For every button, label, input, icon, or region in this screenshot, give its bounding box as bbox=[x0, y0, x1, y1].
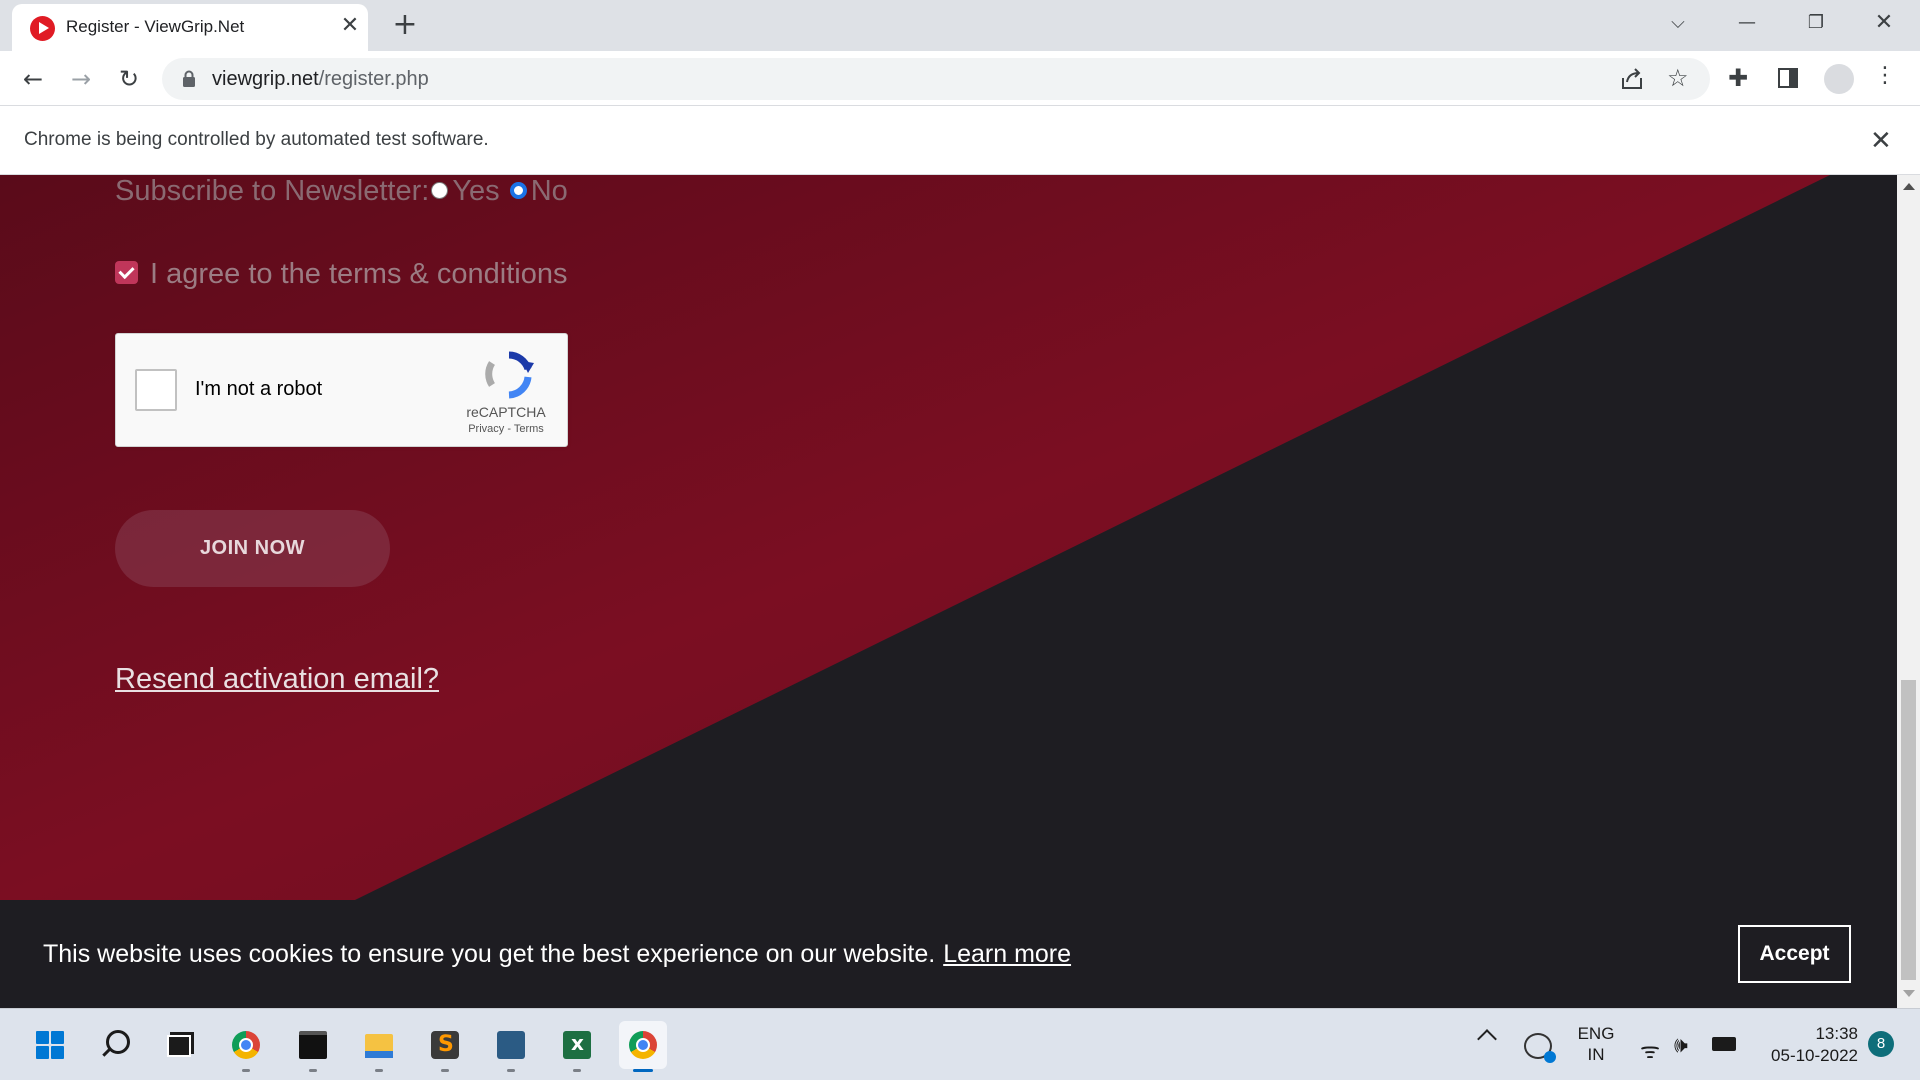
newsletter-yes-label: Yes bbox=[452, 175, 500, 207]
extensions-puzzle-icon[interactable]: ✚ bbox=[1728, 64, 1748, 92]
recaptcha-label: I'm not a robot bbox=[195, 378, 323, 400]
scroll-thumb[interactable] bbox=[1901, 680, 1916, 980]
terms-label: I agree to the terms & conditions bbox=[150, 258, 568, 290]
newsletter-row: Subscribe to Newsletter: Yes No bbox=[115, 175, 568, 208]
share-icon[interactable] bbox=[1619, 66, 1645, 92]
tab-search-chevron-icon[interactable]: ⌵ bbox=[1658, 8, 1698, 38]
chrome-icon bbox=[629, 1031, 657, 1059]
background-diagonal bbox=[0, 175, 1830, 900]
windows-logo-icon bbox=[36, 1031, 64, 1059]
taskbar-search-button[interactable] bbox=[92, 1021, 140, 1069]
excel-icon bbox=[563, 1031, 591, 1059]
forward-button[interactable]: → bbox=[63, 61, 99, 97]
cookie-message: This website uses cookies to ensure you … bbox=[43, 940, 1071, 969]
language-indicator[interactable]: ENG IN bbox=[1566, 1023, 1626, 1065]
taskbar-sublime-button[interactable] bbox=[421, 1021, 469, 1072]
automation-infobar: Chrome is being controlled by automated … bbox=[0, 106, 1920, 175]
recaptcha-logo-icon bbox=[485, 351, 534, 399]
battery-icon[interactable] bbox=[1712, 1037, 1736, 1051]
taskbar-file-explorer-button[interactable] bbox=[355, 1021, 403, 1072]
clock-time: 13:38 bbox=[1815, 1024, 1858, 1043]
tab-close-icon[interactable]: ✕ bbox=[337, 13, 363, 39]
url-host: viewgrip.net bbox=[212, 68, 319, 90]
recaptcha-checkbox[interactable] bbox=[135, 369, 177, 411]
infobar-message: Chrome is being controlled by automated … bbox=[24, 129, 489, 150]
windows-taskbar: ENG IN ᯤ 🕪 13:38 05-10-2022 8 bbox=[0, 1008, 1920, 1080]
chrome-icon bbox=[232, 1031, 260, 1059]
terminal-icon bbox=[299, 1031, 327, 1059]
newsletter-no-label: No bbox=[530, 175, 568, 207]
terms-row: I agree to the terms & conditions bbox=[115, 258, 568, 291]
join-now-button[interactable]: JOIN NOW bbox=[115, 510, 390, 587]
restore-button[interactable]: ❐ bbox=[1796, 8, 1836, 38]
menu-kebab-icon[interactable]: ⋮ bbox=[1874, 63, 1896, 88]
back-button[interactable]: ← bbox=[15, 61, 51, 97]
cookie-learn-more-link[interactable]: Learn more bbox=[943, 940, 1071, 968]
taskbar-excel-button[interactable] bbox=[553, 1021, 601, 1072]
system-clock[interactable]: 13:38 05-10-2022 bbox=[1748, 1023, 1858, 1067]
url-path: /register.php bbox=[318, 68, 429, 90]
resend-activation-link[interactable]: Resend activation email? bbox=[115, 663, 439, 696]
viewgrip-favicon-icon bbox=[30, 16, 55, 41]
clock-date: 05-10-2022 bbox=[1771, 1046, 1858, 1065]
scroll-up-arrow-icon[interactable] bbox=[1903, 183, 1915, 190]
newsletter-no-radio[interactable] bbox=[509, 181, 527, 199]
task-view-icon bbox=[167, 1035, 191, 1057]
taskbar-chrome-button[interactable] bbox=[222, 1021, 270, 1072]
wifi-icon[interactable]: ᯤ bbox=[1640, 1035, 1660, 1065]
side-panel-icon[interactable] bbox=[1778, 68, 1798, 88]
bookmark-star-icon[interactable]: ☆ bbox=[1667, 64, 1689, 92]
cookie-accept-button[interactable]: Accept bbox=[1738, 925, 1851, 983]
task-view-button[interactable] bbox=[155, 1021, 203, 1069]
window-close-button[interactable]: ✕ bbox=[1864, 8, 1904, 38]
browser-toolbar: ← → ↻ viewgrip.net/register.php ☆ ✚ ⋮ bbox=[0, 51, 1920, 106]
infobar-close-icon[interactable]: ✕ bbox=[1870, 126, 1892, 156]
mysql-workbench-icon bbox=[497, 1031, 525, 1059]
region-code: IN bbox=[1587, 1045, 1605, 1064]
taskbar-chrome-active-button[interactable] bbox=[619, 1021, 667, 1072]
url-text: viewgrip.net/register.php bbox=[212, 68, 429, 91]
tab-strip: Register - ViewGrip.Net ✕ + ⌵ — ❐ ✕ bbox=[0, 0, 1920, 51]
search-icon bbox=[106, 1030, 130, 1054]
recaptcha-brand: reCAPTCHA bbox=[466, 404, 546, 420]
start-button[interactable] bbox=[26, 1021, 74, 1069]
minimize-button[interactable]: — bbox=[1727, 8, 1767, 38]
folder-icon bbox=[365, 1034, 393, 1058]
cookie-text: This website uses cookies to ensure you … bbox=[43, 940, 936, 968]
tray-overflow-chevron-icon[interactable] bbox=[1477, 1029, 1497, 1049]
taskbar-terminal-button[interactable] bbox=[289, 1021, 337, 1072]
lang-code: ENG bbox=[1577, 1024, 1615, 1043]
terms-checkbox[interactable] bbox=[115, 260, 138, 284]
recaptcha-privacy-terms[interactable]: Privacy - Terms bbox=[446, 423, 566, 435]
newsletter-yes-radio[interactable] bbox=[431, 181, 449, 199]
newsletter-label: Subscribe to Newsletter: bbox=[115, 175, 430, 207]
volume-icon[interactable]: 🕪 bbox=[1674, 1033, 1688, 1058]
tab-title: Register - ViewGrip.Net bbox=[66, 17, 245, 36]
address-bar[interactable]: viewgrip.net/register.php ☆ bbox=[162, 58, 1710, 100]
new-tab-button[interactable]: + bbox=[390, 10, 420, 40]
browser-tab[interactable]: Register - ViewGrip.Net ✕ bbox=[12, 4, 368, 51]
sublime-text-icon bbox=[431, 1031, 459, 1059]
page-scrollbar[interactable] bbox=[1897, 175, 1920, 1008]
notification-badge[interactable]: 8 bbox=[1868, 1031, 1894, 1057]
page-viewport: Subscribe to Newsletter: Yes No I agree t… bbox=[0, 175, 1897, 1008]
onedrive-sync-icon[interactable] bbox=[1524, 1033, 1556, 1063]
taskbar-mysql-workbench-button[interactable] bbox=[487, 1021, 535, 1072]
scroll-down-arrow-icon[interactable] bbox=[1903, 990, 1915, 997]
profile-avatar-icon[interactable] bbox=[1824, 64, 1854, 94]
reload-button[interactable]: ↻ bbox=[111, 61, 147, 97]
recaptcha-widget: I'm not a robot reCAPTCHA Privacy - Term… bbox=[115, 333, 568, 447]
lock-icon[interactable] bbox=[182, 70, 196, 88]
cookie-banner: This website uses cookies to ensure you … bbox=[0, 900, 1897, 1008]
